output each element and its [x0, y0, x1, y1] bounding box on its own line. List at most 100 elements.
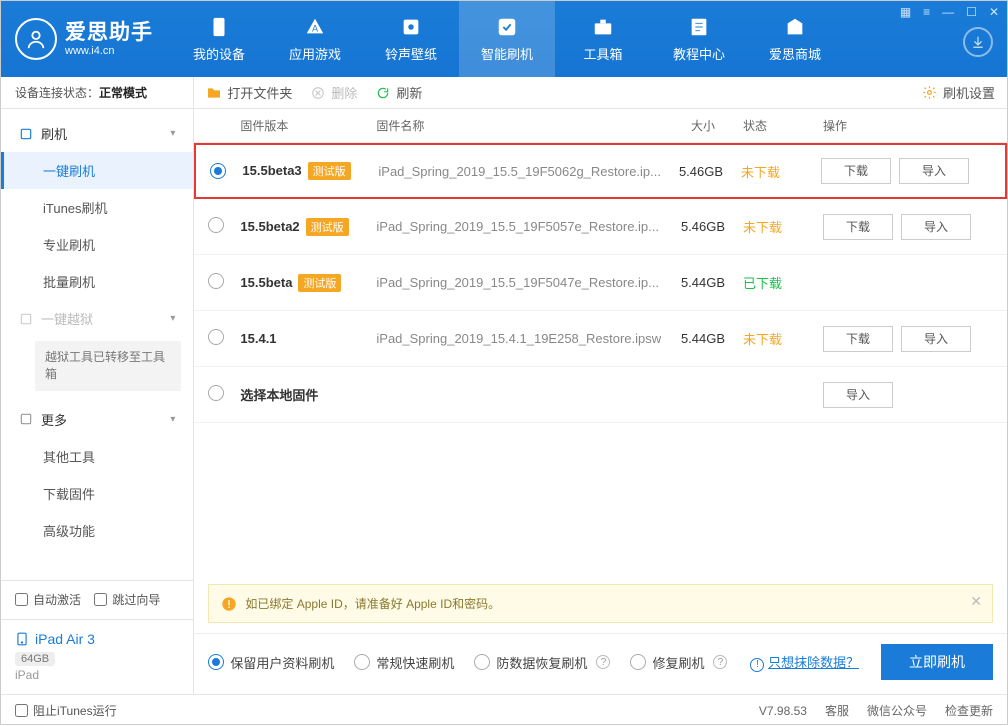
flash-settings-button[interactable]: 刷机设置 [922, 83, 995, 102]
firmware-row[interactable]: 选择本地固件 导入 [194, 367, 1007, 423]
auto-activate-check[interactable]: 自动激活 [15, 591, 81, 608]
firmware-row[interactable]: 15.4.1iPad_Spring_2019_15.4.1_19E258_Res… [194, 311, 1007, 367]
flash-options-bar: 保留用户资料刷机 常规快速刷机 防数据恢复刷机? 修复刷机?! 只想抹除数据？ 立即刷机 [194, 633, 1007, 694]
chevron-down-icon: ▾ [170, 414, 175, 425]
row-filename: iPad_Spring_2019_15.5_19F5057e_Restore.i… [376, 219, 663, 234]
win-grid-icon[interactable]: ▦ [898, 5, 913, 19]
import-button[interactable]: 导入 [823, 382, 893, 408]
nav-智能刷机[interactable]: 智能刷机 [459, 1, 555, 77]
row-radio[interactable] [210, 163, 226, 179]
flash-option[interactable]: 防数据恢复刷机? [474, 653, 610, 672]
skip-guide-check[interactable]: 跳过向导 [94, 591, 160, 608]
row-status: 未下载 [741, 162, 821, 181]
firmware-row[interactable]: 15.5beta2测试版iPad_Spring_2019_15.5_19F505… [194, 199, 1007, 255]
connection-status-value: 正常模式 [99, 86, 147, 100]
refresh-button[interactable]: 刷新 [375, 83, 422, 102]
nav-教程中心[interactable]: 教程中心 [651, 1, 747, 77]
row-ops: 下载导入 [821, 158, 991, 184]
win-menu-icon[interactable]: ≡ [921, 5, 932, 19]
help-icon[interactable]: ? [596, 655, 610, 669]
flash-option[interactable]: 常规快速刷机 [354, 653, 454, 672]
row-size: 5.46GB [663, 219, 743, 234]
row-filename: iPad_Spring_2019_15.4.1_19E258_Restore.i… [376, 331, 663, 346]
win-close-icon[interactable]: ✕ [987, 5, 1001, 19]
sidebar-item[interactable]: 一键刷机 [1, 152, 193, 189]
row-ops: 下载导入 [823, 214, 993, 240]
sidebar-item[interactable]: 高级功能 [1, 512, 193, 549]
info-icon[interactable]: ! [750, 658, 764, 672]
flash-option[interactable]: 保留用户资料刷机 [208, 653, 334, 672]
option-radio[interactable] [354, 654, 370, 670]
beta-badge: 测试版 [306, 218, 349, 236]
import-button[interactable]: 导入 [901, 214, 971, 240]
win-min-icon[interactable]: — [940, 5, 956, 19]
delete-button[interactable]: 删除 [310, 83, 357, 102]
nav-爱思商城[interactable]: 爱思商城 [747, 1, 843, 77]
side-header[interactable]: 更多▾ [1, 401, 193, 438]
flash-now-button[interactable]: 立即刷机 [881, 644, 993, 680]
erase-link[interactable]: 只想抹除数据？ [768, 655, 859, 670]
beta-badge: 测试版 [308, 162, 351, 180]
row-version: 选择本地固件 [240, 385, 376, 404]
sidebar-item[interactable]: 其他工具 [1, 438, 193, 475]
device-name[interactable]: iPad Air 3 [15, 630, 179, 648]
window-controls: ▦ ≡ — ☐ ✕ [898, 5, 1001, 19]
import-button[interactable]: 导入 [901, 326, 971, 352]
notice-text: 如已绑定 Apple ID，请准备好 Apple ID和密码。 [245, 595, 500, 612]
option-radio[interactable] [474, 654, 490, 670]
block-itunes-check[interactable]: 阻止iTunes运行 [15, 702, 117, 719]
side-header[interactable]: 刷机▾ [1, 115, 193, 152]
device-type: iPad [15, 668, 179, 682]
table-header: 固件版本 固件名称 大小 状态 操作 [194, 109, 1007, 143]
row-size: 5.44GB [663, 275, 743, 290]
row-radio[interactable] [208, 273, 224, 289]
download-button[interactable]: 下载 [823, 214, 893, 240]
flash-option[interactable]: 修复刷机? [630, 653, 727, 672]
nav-铃声壁纸[interactable]: 铃声壁纸 [363, 1, 459, 77]
main-panel: 打开文件夹 删除 刷新 刷机设置 固件版本 固件名称 大小 状态 操作 1 [194, 77, 1007, 694]
connection-status-label: 设备连接状态： [15, 86, 99, 100]
footer-update[interactable]: 检查更新 [945, 702, 993, 719]
firmware-row[interactable]: 15.5beta3测试版iPad_Spring_2019_15.5_19F506… [194, 143, 1007, 199]
row-status: 未下载 [743, 329, 823, 348]
section-icon [19, 127, 33, 141]
download-indicator[interactable] [963, 27, 993, 57]
option-radio[interactable] [208, 654, 224, 670]
th-name: 固件名称 [376, 117, 663, 134]
nav-icon [592, 16, 614, 38]
sidebar-item[interactable]: 下载固件 [1, 475, 193, 512]
firmware-row[interactable]: 15.5beta测试版iPad_Spring_2019_15.5_19F5047… [194, 255, 1007, 311]
nav-icon [400, 16, 422, 38]
side-header[interactable]: 一键越狱▾ [1, 300, 193, 337]
row-radio[interactable] [208, 385, 224, 401]
firmware-rows: 15.5beta3测试版iPad_Spring_2019_15.5_19F506… [194, 143, 1007, 423]
win-max-icon[interactable]: ☐ [964, 5, 979, 19]
row-status: 未下载 [743, 217, 823, 236]
download-button[interactable]: 下载 [821, 158, 891, 184]
help-icon[interactable]: ? [713, 655, 727, 669]
sidebar-checks: 自动激活 跳过向导 [1, 580, 193, 619]
nav-应用游戏[interactable]: A应用游戏 [267, 1, 363, 77]
notice-close[interactable]: ✕ [970, 593, 982, 610]
sidebar-item[interactable]: iTunes刷机 [1, 189, 193, 226]
footer-service[interactable]: 客服 [825, 702, 849, 719]
open-folder-button[interactable]: 打开文件夹 [206, 83, 292, 102]
warning-icon [221, 596, 237, 612]
sidebar-item[interactable]: 批量刷机 [1, 263, 193, 300]
th-size: 大小 [663, 117, 743, 134]
row-ops: 导入 [823, 382, 993, 408]
beta-badge: 测试版 [298, 274, 341, 292]
download-button[interactable]: 下载 [823, 326, 893, 352]
nav-我的设备[interactable]: 我的设备 [171, 1, 267, 77]
option-radio[interactable] [630, 654, 646, 670]
folder-icon [206, 85, 222, 101]
import-button[interactable]: 导入 [899, 158, 969, 184]
sidebar-item[interactable]: 专业刷机 [1, 226, 193, 263]
row-radio[interactable] [208, 329, 224, 345]
connection-status: 设备连接状态：正常模式 [1, 77, 193, 109]
nav-工具箱[interactable]: 工具箱 [555, 1, 651, 77]
footer-wechat[interactable]: 微信公众号 [867, 702, 927, 719]
nav-icon [784, 16, 806, 38]
row-radio[interactable] [208, 217, 224, 233]
nav-icon: A [304, 16, 326, 38]
